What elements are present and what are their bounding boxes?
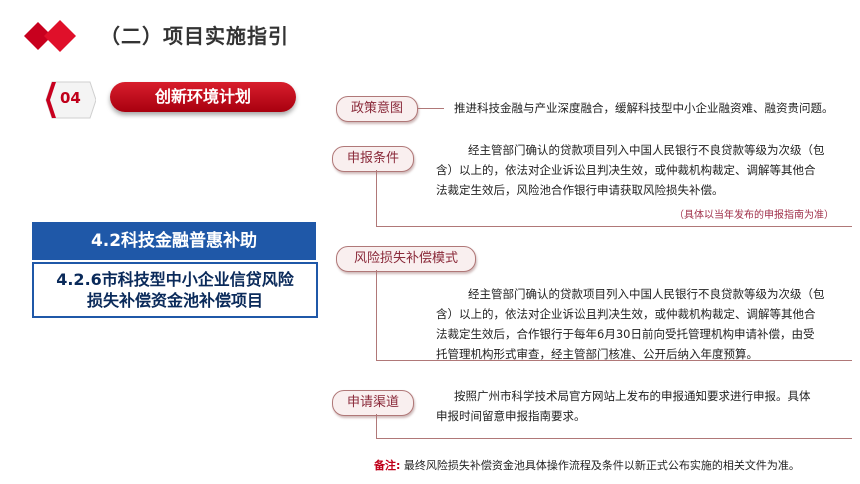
apply-channel-tag: 申请渠道 [332,390,414,416]
bracket-line [376,270,377,360]
mode-line-2: 含）以上的，依法对企业诉讼且判决生效，或仲裁机构裁定、调解等其他合 [436,307,816,321]
bracket-line-bottom [376,438,852,439]
subsection-title: 4.2科技金融普惠补助 [32,222,316,260]
page-title: （二）项目实施指引 [100,24,289,48]
apply-line-3: 法裁定生效后，风险池合作银行申请获取风险损失补偿。 [436,183,724,197]
connector-line [418,108,444,109]
channel-line-2: 申报时间留意申报指南要求。 [436,409,586,423]
apply-line-1: 经主管部门确认的贷款项目列入中国人民银行不良贷款等级为次级（包 [468,143,825,157]
apply-line-2: 含）以上的，依法对企业诉讼且判决生效，或仲裁机构裁定、调解等其他合 [436,163,816,177]
policy-document: 政策意图 推进科技金融与产业深度融合，缓解科技型中小企业融资难、融资贵问题。 申… [324,90,860,484]
bracket-line [376,170,377,226]
mode-line-4: 托管理机构形式审查，经主管部门核准、公开后纳入年度预算。 [436,347,758,361]
remark: 备注: 最终风险损失补偿资金池具体操作流程及条件以新正式公布实施的相关文件为准。 [374,456,800,476]
apply-conditions-tag: 申报条件 [332,146,414,172]
project-title-box: 4.2.6市科技型中小企业信贷风险损失补偿资金池补偿项目 [32,262,318,318]
project-title: 4.2.6市科技型中小企业信贷风险损失补偿资金池补偿项目 [56,270,294,310]
mode-line-1: 经主管部门确认的贷款项目列入中国人民银行不良贷款等级为次级（包 [468,287,825,301]
mode-line-3: 法裁定生效后，合作银行于每年6月30日前向受托管理机构申请补偿，由受 [436,327,815,341]
red-diamonds-logo [24,20,76,52]
apply-note: （具体以当年发布的申报指南为准） [674,210,834,221]
channel-line-1: 按照广州市科学技术局官方网站上发布的申报通知要求进行申报。具体 [454,389,811,403]
section-number: 04 [60,89,81,107]
policy-intent-text: 推进科技金融与产业深度融合，缓解科技型中小企业融资难、融资贵问题。 [454,101,834,115]
bracket-line [376,414,377,438]
section-label: 创新环境计划 [110,82,296,112]
remark-label: 备注: [374,459,401,472]
bracket-line-bottom [376,226,852,227]
policy-intent-tag: 政策意图 [336,96,418,122]
remark-text: 最终风险损失补偿资金池具体操作流程及条件以新正式公布实施的相关文件为准。 [403,459,800,472]
compensation-mode-tag: 风险损失补偿模式 [336,246,476,272]
